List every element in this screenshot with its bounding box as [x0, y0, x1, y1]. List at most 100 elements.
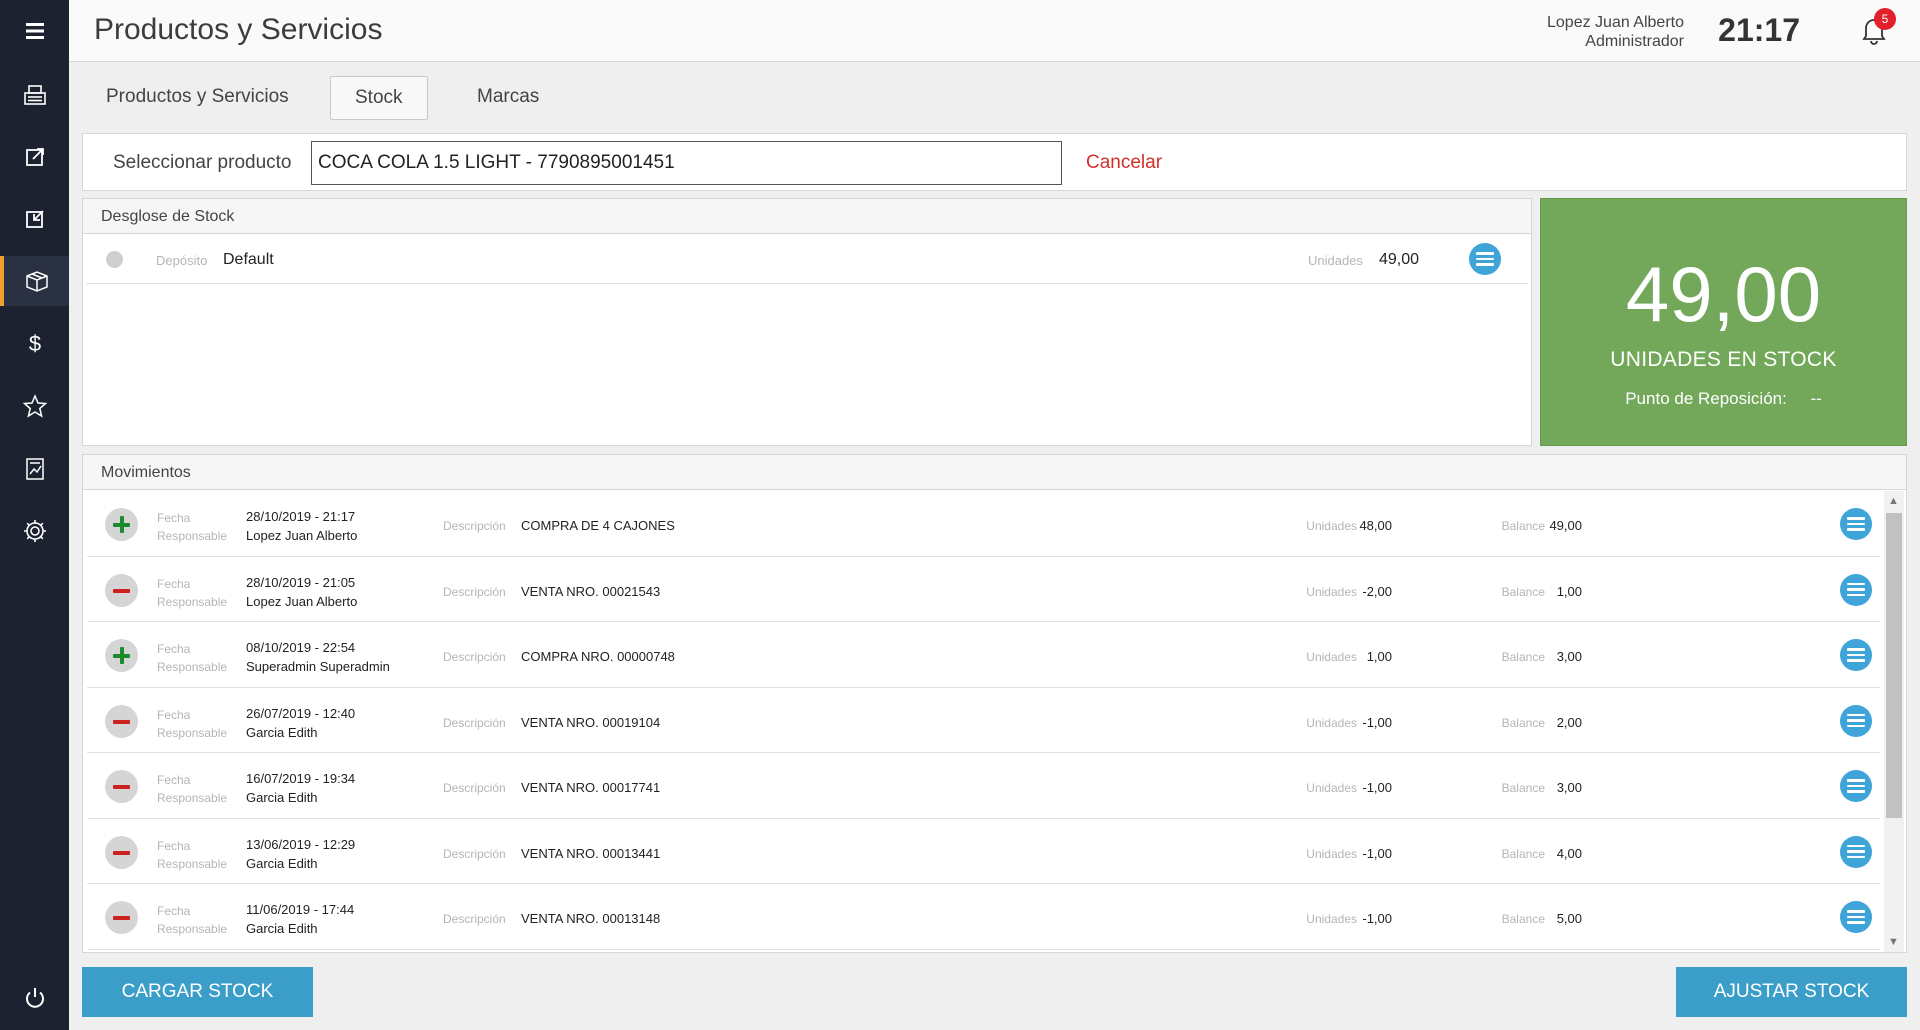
svg-text:$: $ — [28, 331, 40, 356]
reorder-point-label: Punto de Reposición: — [1625, 389, 1787, 408]
row-menu-button[interactable] — [1840, 835, 1872, 868]
deposito-value: Default — [223, 251, 274, 268]
sidebar-item-import[interactable] — [0, 194, 69, 244]
tab-productos[interactable]: Productos y Servicios — [82, 76, 313, 120]
sidebar-item-finance[interactable]: $ — [0, 318, 69, 368]
movement-user: Lopez Juan Alberto — [246, 593, 358, 609]
unidades-label: Unidades — [1306, 912, 1357, 926]
unidades-label: Unidades — [1306, 846, 1357, 861]
stock-breakdown-row: Depósito Default Unidades 49,00 — [86, 234, 1528, 284]
adjust-stock-button[interactable]: AJUSTAR STOCK — [1676, 967, 1907, 1017]
movement-user: Garcia Edith — [246, 790, 318, 805]
balance-label: Balance — [1501, 519, 1545, 533]
movement-row: Fecha Responsable 28/10/2019 - 21:17 Lopez … — [87, 491, 1880, 557]
descripcion-label: Descripción — [443, 781, 506, 795]
fecha-label: Fecha — [157, 773, 191, 787]
movement-description: COMPRA DE 4 CAJONES — [521, 518, 675, 533]
movements-list: Fecha Responsable 28/10/2019 - 21:17 Lopez … — [83, 491, 1884, 952]
responsable-label: Responsable — [157, 922, 228, 936]
movement-description: COMPRA NRO. 00000748 — [521, 649, 675, 664]
movement-balance: 1,00 — [1556, 583, 1582, 599]
unidades-label: Unidades — [1306, 519, 1357, 533]
scroll-up-icon[interactable]: ▲ — [1888, 495, 1899, 507]
movement-description: VENTA NRO. 00013148 — [521, 911, 661, 926]
stock-breakdown-title: Desglose de Stock — [83, 199, 1531, 234]
movement-units: 48,00 — [1359, 518, 1392, 533]
reorder-point-value: -- — [1810, 389, 1822, 408]
product-selector: Seleccionar producto Cancelar — [82, 133, 1907, 191]
movement-balance: 4,00 — [1556, 845, 1582, 861]
unidades-label: Unidades — [1306, 584, 1357, 599]
balance-label: Balance — [1501, 584, 1545, 599]
movement-date: 28/10/2019 - 21:05 — [246, 574, 356, 590]
sidebar-item-favorites[interactable] — [0, 381, 69, 431]
report-icon — [25, 458, 44, 480]
movement-date: 13/06/2019 - 12:29 — [246, 836, 356, 852]
register-icon — [23, 85, 46, 105]
minus-icon — [105, 704, 138, 738]
row-menu-button[interactable] — [1840, 770, 1872, 802]
user-info[interactable]: Lopez Juan Alberto Administrador — [1547, 13, 1684, 51]
movement-row: Fecha Responsable 26/07/2019 - 12:40 Garcia… — [87, 688, 1880, 753]
sidebar-item-products[interactable] — [0, 256, 69, 306]
movement-user: Superadmin Superadmin — [246, 659, 390, 674]
sidebar-item-register[interactable] — [0, 70, 69, 120]
descripcion-label: Descripción — [443, 584, 506, 599]
movement-units: 1,00 — [1366, 649, 1392, 664]
descripcion-label: Descripción — [443, 715, 506, 730]
header: Productos y Servicios Lopez Juan Alberto… — [69, 0, 1920, 62]
product-search-input[interactable] — [311, 141, 1062, 185]
menu-toggle-button[interactable] — [0, 5, 69, 57]
scroll-thumb[interactable] — [1886, 513, 1902, 818]
row-menu-button[interactable] — [1840, 508, 1872, 540]
load-stock-button[interactable]: CARGAR STOCK — [82, 967, 313, 1017]
movement-row: Fecha Responsable 16/07/2019 - 19:34 Garcia… — [87, 753, 1880, 819]
responsable-label: Responsable — [157, 725, 228, 740]
movements-panel: Movimientos Fecha Responsable 28/10/2019 -… — [82, 454, 1907, 953]
logout-button[interactable] — [0, 973, 69, 1023]
movement-description: VENTA NRO. 00019104 — [521, 714, 661, 730]
descripcion-label: Descripción — [443, 519, 506, 533]
scroll-down-icon[interactable]: ▼ — [1888, 936, 1899, 948]
row-menu-button[interactable] — [1840, 639, 1872, 671]
user-role: Administrador — [1585, 33, 1684, 50]
dollar-icon: $ — [28, 331, 40, 356]
movement-units: -1,00 — [1362, 911, 1392, 926]
balance-label: Balance — [1501, 846, 1545, 861]
fecha-label: Fecha — [157, 707, 191, 722]
responsable-label: Responsable — [157, 791, 228, 805]
movement-date: 28/10/2019 - 21:17 — [246, 509, 356, 524]
plus-icon — [105, 639, 138, 672]
sidebar-item-settings[interactable] — [0, 506, 69, 556]
box-icon — [25, 271, 48, 292]
gear-icon — [23, 520, 46, 542]
movement-user: Garcia Edith — [246, 921, 318, 936]
row-menu-button[interactable] — [1840, 901, 1872, 933]
stock-breakdown-panel: Desglose de Stock Depósito Default Unida… — [82, 198, 1532, 446]
responsable-label: Responsable — [157, 660, 228, 674]
fecha-label: Fecha — [157, 576, 191, 591]
row-menu-button[interactable] — [1840, 704, 1872, 737]
movement-user: Garcia Edith — [246, 724, 318, 740]
minus-icon — [105, 770, 138, 803]
minus-icon — [105, 901, 138, 934]
user-name: Lopez Juan Alberto — [1547, 14, 1684, 31]
plus-icon — [105, 508, 138, 541]
import-icon — [25, 210, 44, 228]
cancel-link[interactable]: Cancelar — [1086, 152, 1162, 174]
movement-balance: 5,00 — [1556, 911, 1582, 926]
movements-scrollbar[interactable]: ▲ ▼ — [1884, 491, 1904, 952]
row-menu-button[interactable] — [1469, 243, 1501, 275]
sidebar-item-export[interactable] — [0, 132, 69, 182]
power-icon — [25, 988, 44, 1008]
movement-balance: 3,00 — [1556, 649, 1582, 664]
movements-title: Movimientos — [83, 455, 1906, 490]
descripcion-label: Descripción — [443, 912, 506, 926]
movement-user: Lopez Juan Alberto — [246, 528, 358, 543]
tab-stock[interactable]: Stock — [330, 76, 428, 120]
responsable-label: Responsable — [157, 594, 228, 609]
sidebar: $ — [0, 0, 69, 1030]
row-menu-button[interactable] — [1840, 573, 1872, 606]
sidebar-item-reports[interactable] — [0, 444, 69, 494]
tab-marcas[interactable]: Marcas — [453, 76, 563, 120]
